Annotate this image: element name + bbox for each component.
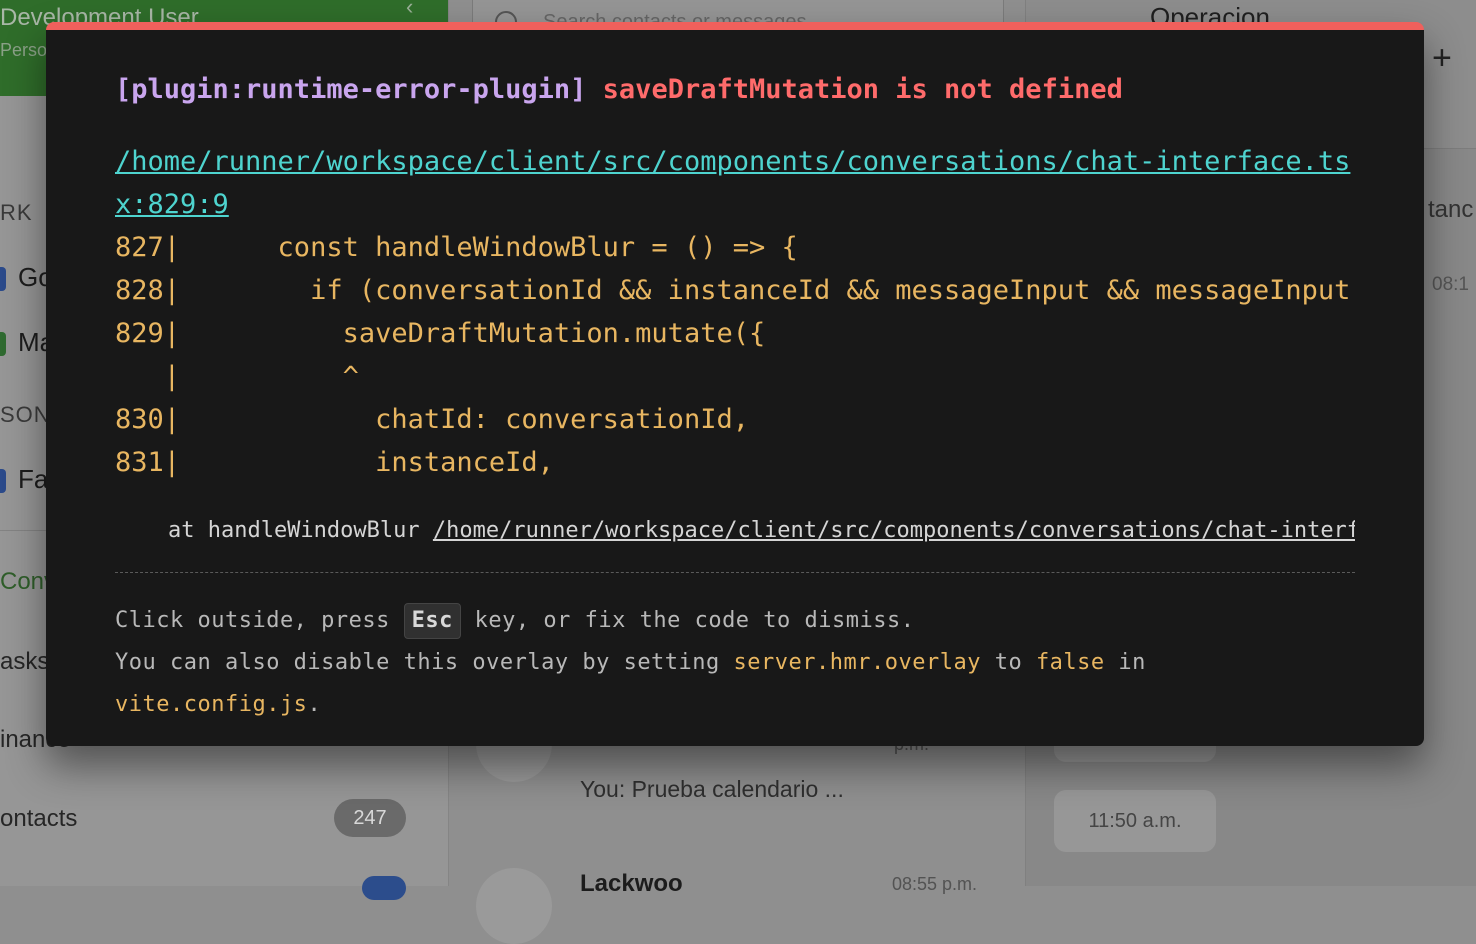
tip-config-file: vite.config.js — [115, 692, 308, 717]
sidebar-section-work: RK — [0, 200, 33, 225]
nav-tasks[interactable]: asks — [0, 648, 49, 676]
chevron-left-icon[interactable]: ‹ — [406, 0, 413, 20]
conversation-time: 08:55 p.m. — [892, 874, 978, 894]
tip-setting: server.hmr.overlay — [733, 650, 981, 675]
avatar — [476, 868, 552, 944]
tip-text: in — [1104, 650, 1146, 675]
overlay-divider — [115, 572, 1355, 573]
code-line: 827| const handleWindowBlur = () => { — [115, 232, 798, 263]
stack-trace: at handleWindowBlur /home/runner/workspa… — [115, 518, 1355, 543]
error-overlay[interactable]: [plugin:runtime-error-plugin] saveDraftM… — [46, 22, 1424, 746]
tip-text: Click outside, press — [115, 608, 404, 633]
unread-badge — [362, 876, 406, 900]
stack-file-link[interactable]: /home/runner/workspace/client/src/compon… — [433, 518, 1355, 543]
contacts-count-badge: 247 — [334, 799, 406, 837]
plus-icon[interactable]: + — [1432, 38, 1452, 78]
sidebar-section-personal: SON — [0, 402, 51, 427]
dismiss-tip: Click outside, press Esc key, or fix the… — [115, 600, 1355, 726]
stack-prefix: at handleWindowBlur — [115, 518, 433, 543]
error-heading: [plugin:runtime-error-plugin] saveDraftM… — [115, 74, 1123, 105]
error-message: saveDraftMutation is not defined — [602, 74, 1123, 105]
conversation-preview[interactable]: You: Prueba calendario ... — [580, 776, 844, 803]
code-line: 829| saveDraftMutation.mutate({ — [115, 318, 766, 349]
tip-text: You can also disable this overlay by set… — [115, 650, 734, 675]
workspace-color-dot — [0, 267, 6, 292]
user-subtitle: Perso — [0, 40, 48, 60]
tip-value: false — [1035, 650, 1105, 675]
conversation-name[interactable]: Lackwoo — [580, 870, 683, 898]
workspace-item-2[interactable]: Fa — [0, 464, 48, 495]
tip-text: key, or fix the code to dismiss. — [460, 608, 915, 633]
workspace-item-0[interactable]: Go — [0, 262, 53, 293]
code-frame: 827| const handleWindowBlur = () => { 828… — [115, 226, 1355, 486]
tip-text: to — [980, 650, 1036, 675]
chat-partial-time: 08:1 — [1432, 274, 1469, 295]
esc-key: Esc — [403, 603, 461, 639]
message-time: 11:50 a.m. — [1088, 810, 1182, 832]
workspace-color-dot — [0, 469, 6, 494]
code-line: 828| if (conversationId && instanceId &&… — [115, 275, 1355, 306]
error-plugin: [plugin:runtime-error-plugin] — [115, 74, 587, 105]
code-line: | ^ — [115, 361, 359, 392]
message-bubble: 11:50 a.m. — [1054, 790, 1216, 852]
nav-contacts[interactable]: ontacts — [0, 805, 77, 833]
code-line: 830| chatId: conversationId, — [115, 404, 749, 435]
workspace-color-dot — [0, 332, 6, 357]
chat-partial-label: tanc — [1428, 196, 1474, 223]
tip-text: . — [307, 692, 322, 717]
error-file-link[interactable]: /home/runner/workspace/client/src/compon… — [115, 140, 1355, 226]
code-line: 831| instanceId, — [115, 447, 554, 478]
